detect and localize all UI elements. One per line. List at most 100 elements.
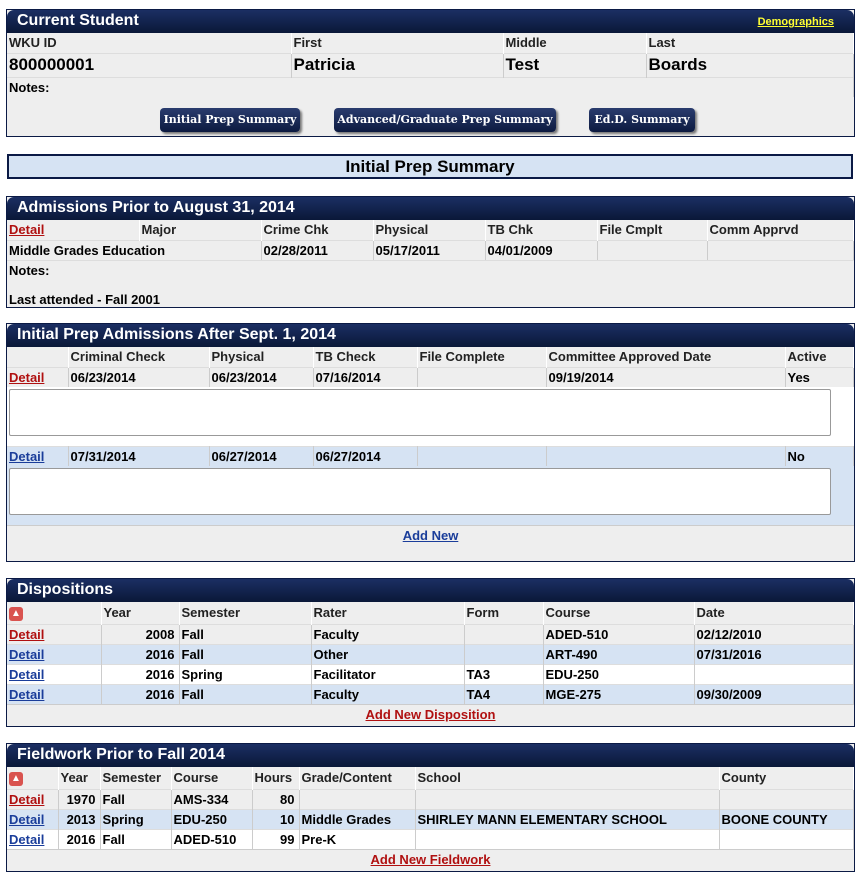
detail-link[interactable]: Detail	[9, 667, 44, 682]
advanced-graduate-prep-summary-button[interactable]: Advanced/Graduate Prep Summary	[334, 108, 556, 132]
tb-chk-value: 04/01/2009	[485, 239, 598, 260]
label-first: First	[291, 33, 504, 53]
edd-summary-button[interactable]: Ed.D. Summary	[589, 108, 695, 132]
detail-link[interactable]: Detail	[9, 792, 44, 807]
cell	[464, 623, 544, 644]
cell: ADED-510	[543, 623, 695, 644]
detail-link[interactable]: Detail	[9, 812, 44, 827]
cell	[415, 788, 720, 809]
cell: 2016	[101, 683, 180, 704]
cell: EDU-250	[171, 808, 253, 829]
detail-link[interactable]: Detail	[9, 687, 44, 702]
col-crime-chk: Crime Chk	[261, 220, 374, 240]
col-comm-apprvd: Comm Apprvd	[707, 220, 854, 240]
crime-chk-value: 02/28/2011	[261, 239, 374, 260]
col-form: Form	[464, 602, 544, 624]
initial-prep-summary-button[interactable]: Initial Prep Summary	[160, 108, 300, 132]
cell: Spring	[100, 808, 172, 829]
col-criminal-check: Criminal Check	[68, 347, 210, 367]
cell: 07/31/2016	[694, 643, 854, 664]
cell: SHIRLEY MANN ELEMENTARY SCHOOL	[415, 808, 720, 829]
col-county: County	[719, 767, 854, 789]
cell: 06/27/2014	[209, 445, 314, 466]
table-row: Detail 2016 Fall Faculty TA4 MGE-275 09/…	[7, 683, 854, 704]
col-hours: Hours	[252, 767, 300, 789]
summary-title: Initial Prep Summary	[7, 154, 853, 179]
cell: 99	[252, 828, 300, 849]
cell: Fall	[179, 623, 312, 644]
detail-link[interactable]: Detail	[9, 832, 44, 847]
current-student-header: Current Student Demographics	[7, 10, 854, 33]
dispositions-header: Dispositions	[7, 579, 854, 602]
col-semester: Semester	[100, 767, 172, 789]
cell: 06/23/2014	[68, 366, 210, 387]
cell: 09/30/2009	[694, 683, 854, 704]
notes-text: Last attended - Fall 2001	[9, 292, 160, 307]
cell: 2013	[58, 808, 101, 829]
admissions-prior-panel: Admissions Prior to August 31, 2014 Deta…	[6, 196, 855, 308]
current-student-panel: Current Student Demographics WKU ID Firs…	[6, 9, 855, 137]
cell: 80	[252, 788, 300, 809]
detail-link[interactable]: Detail	[9, 627, 44, 642]
student-first: Patricia	[291, 52, 504, 77]
col-file-complete: File Complete	[417, 347, 547, 367]
col-committee-approved: Committee Approved Date	[546, 347, 786, 367]
table-row: Detail 2016 Spring Facilitator TA3 EDU-2…	[7, 663, 854, 684]
notes-label: Notes:	[7, 76, 854, 97]
cell: Fall	[100, 828, 172, 849]
table-row: Detail 2016 Fall Other ART-490 07/31/201…	[7, 643, 854, 664]
label-id: WKU ID	[7, 33, 292, 53]
cell: MGE-275	[543, 683, 695, 704]
cell: Faculty	[311, 683, 465, 704]
cell	[464, 643, 544, 664]
col-year: Year	[101, 602, 180, 624]
cell: Fall	[179, 683, 312, 704]
table-row: Detail 06/23/2014 06/23/2014 07/16/2014 …	[7, 366, 854, 387]
demographics-link[interactable]: Demographics	[758, 11, 834, 33]
cell: 2016	[101, 643, 180, 664]
student-id: 800000001	[7, 52, 292, 77]
collapse-icon[interactable]: ▲	[9, 607, 23, 622]
add-new-disposition-link[interactable]: Add New Disposition	[366, 707, 496, 722]
cell: ART-490	[543, 643, 695, 664]
table-row: Detail 2016 Fall ADED-510 99 Pre-K	[7, 828, 854, 849]
detail-link[interactable]: Detail	[7, 220, 140, 240]
detail-link[interactable]: Detail	[9, 647, 44, 662]
cell: 10	[252, 808, 300, 829]
cell: Yes	[785, 366, 854, 387]
table-row: Detail 2008 Fall Faculty ADED-510 02/12/…	[7, 623, 854, 644]
col-year: Year	[58, 767, 101, 789]
cell: 02/12/2010	[694, 623, 854, 644]
detail-link[interactable]: Detail	[9, 370, 44, 385]
cell	[417, 366, 547, 387]
notes-textarea[interactable]	[9, 468, 831, 515]
cell: Faculty	[311, 623, 465, 644]
admissions-after-header: Initial Prep Admissions After Sept. 1, 2…	[7, 324, 854, 347]
cell: Facilitator	[311, 663, 465, 684]
col-blank	[7, 347, 69, 367]
table-row: Detail 2013 Spring EDU-250 10 Middle Gra…	[7, 808, 854, 829]
col-tb-chk: TB Chk	[485, 220, 598, 240]
col-date: Date	[694, 602, 854, 624]
add-new-link[interactable]: Add New	[403, 528, 459, 543]
cell: Other	[311, 643, 465, 664]
cell: AMS-334	[171, 788, 253, 809]
cell: TA3	[464, 663, 544, 684]
cell: No	[785, 445, 854, 466]
student-middle: Test	[503, 52, 647, 77]
cell: Middle Grades	[299, 808, 416, 829]
cell	[719, 828, 854, 849]
table-row: Middle Grades Education 02/28/2011 05/17…	[7, 239, 854, 260]
col-tb-check: TB Check	[313, 347, 418, 367]
col-grade-content: Grade/Content	[299, 767, 416, 789]
cell	[299, 788, 416, 809]
col-physical: Physical	[373, 220, 486, 240]
cell: Pre-K	[299, 828, 416, 849]
cell: 2016	[101, 663, 180, 684]
add-new-fieldwork-link[interactable]: Add New Fieldwork	[371, 852, 491, 867]
label-last: Last	[646, 33, 854, 53]
detail-link[interactable]: Detail	[9, 449, 44, 464]
collapse-icon[interactable]: ▲	[9, 772, 23, 787]
notes-textarea[interactable]	[9, 389, 831, 436]
cell: ADED-510	[171, 828, 253, 849]
